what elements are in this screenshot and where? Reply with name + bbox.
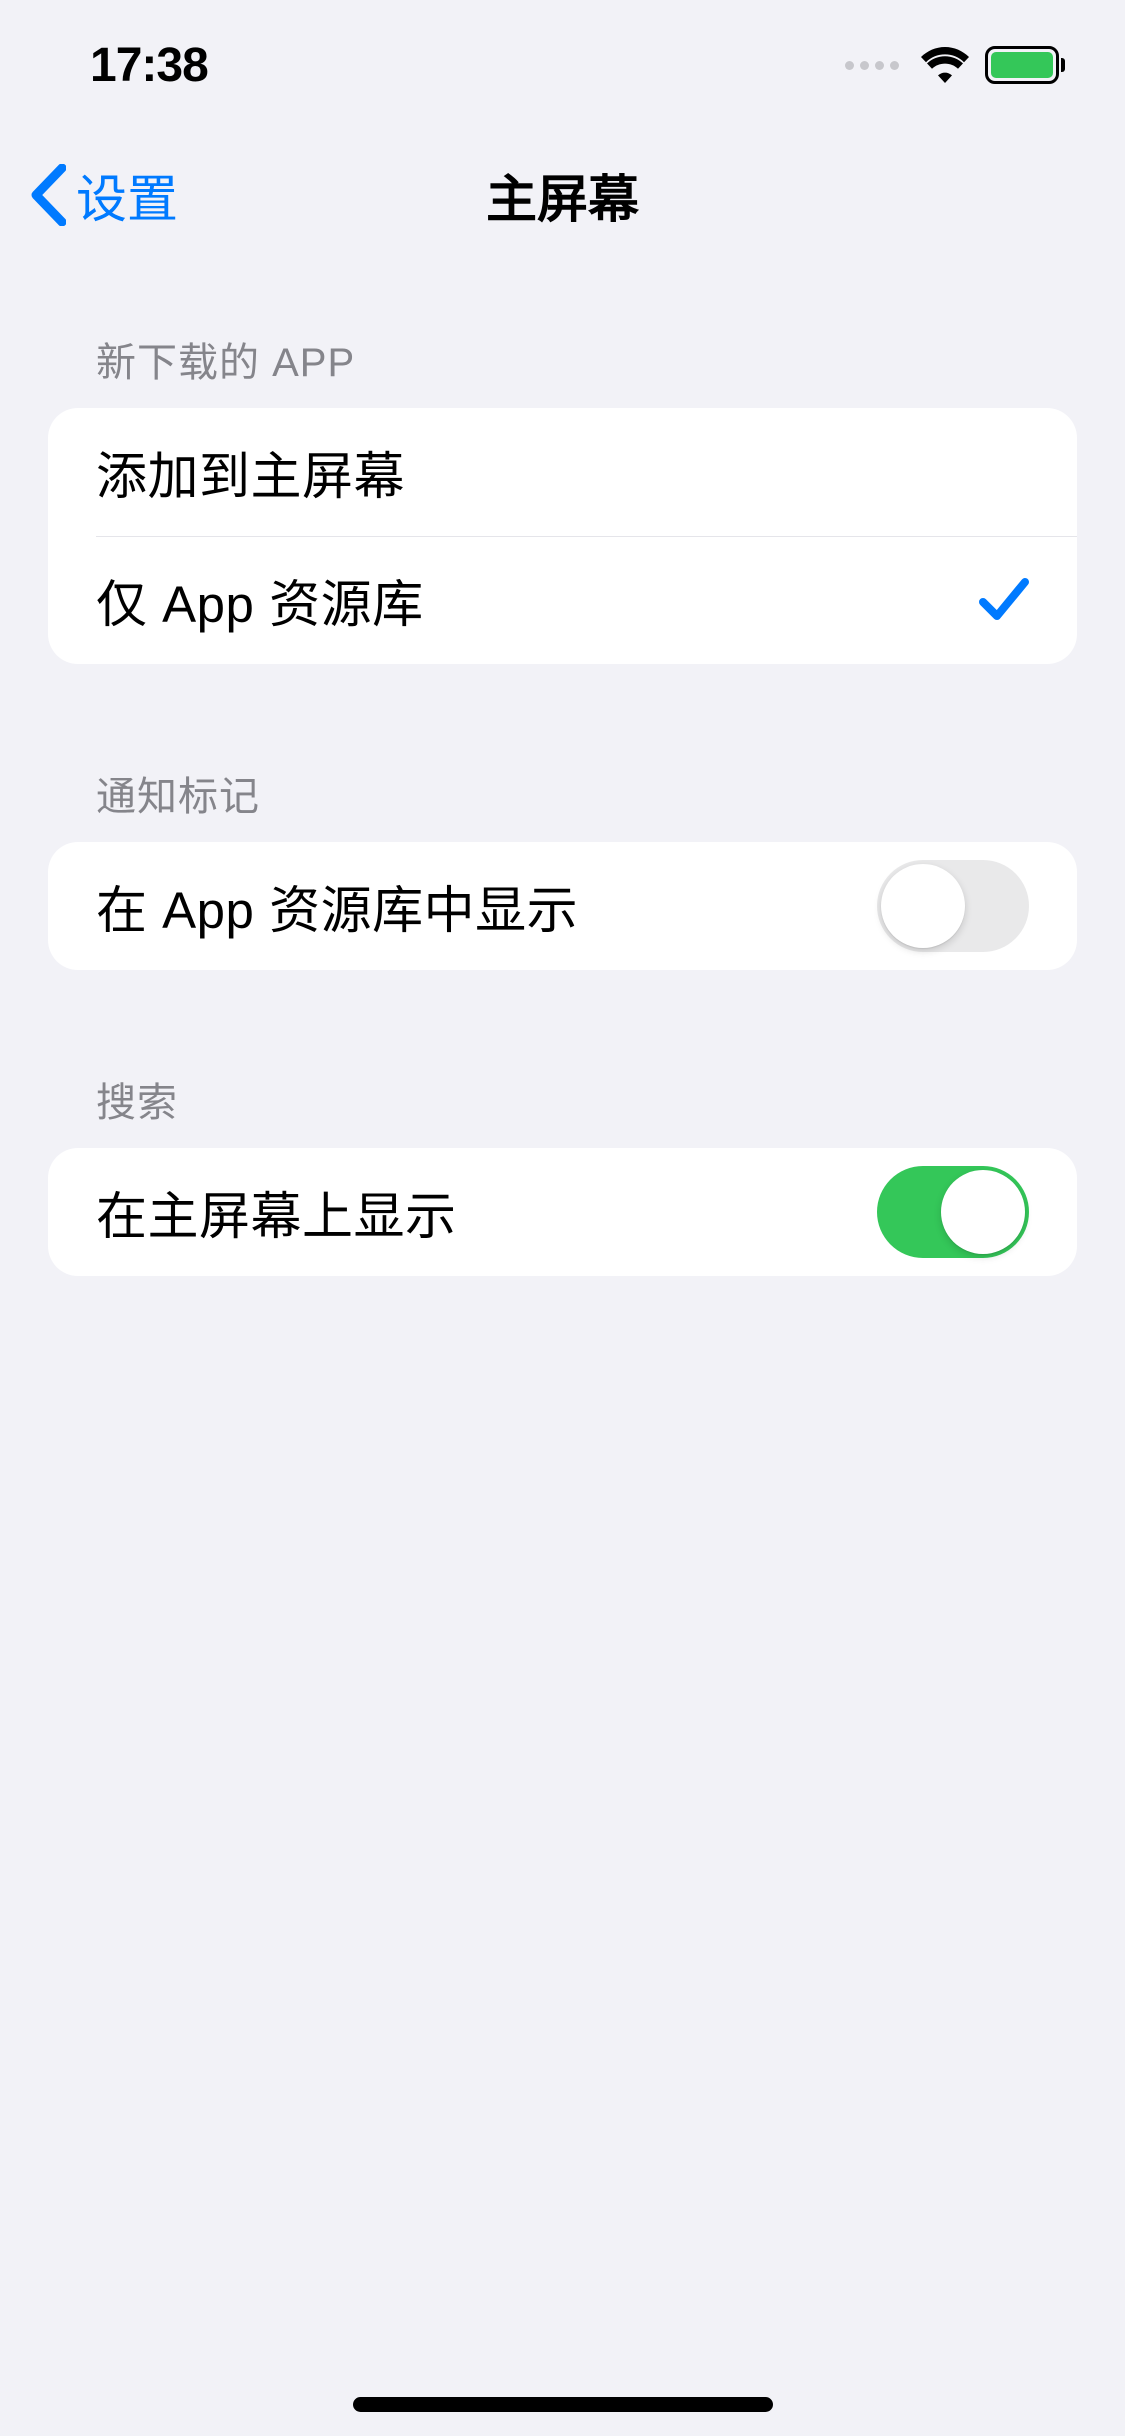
- option-app-library-only[interactable]: 仅 App 资源库: [48, 536, 1077, 664]
- row-show-in-app-library: 在 App 资源库中显示: [48, 842, 1077, 970]
- status-time: 17:38: [90, 38, 208, 93]
- status-icons: [845, 46, 1065, 84]
- option-label: 添加到主屏幕: [96, 435, 405, 509]
- section-header-new-apps: 新下载的 APP: [48, 330, 1077, 408]
- option-label: 仅 App 资源库: [96, 563, 424, 637]
- group-badges: 在 App 资源库中显示: [48, 842, 1077, 970]
- chevron-left-icon: [30, 164, 66, 226]
- home-indicator[interactable]: [353, 2397, 773, 2412]
- row-label: 在主屏幕上显示: [96, 1175, 457, 1249]
- toggle-show-on-home[interactable]: [877, 1166, 1029, 1258]
- navigation-bar: 设置 主屏幕: [0, 130, 1125, 260]
- group-search: 在主屏幕上显示: [48, 1148, 1077, 1276]
- checkmark-icon: [979, 576, 1029, 624]
- section-new-apps: 新下载的 APP 添加到主屏幕 仅 App 资源库: [48, 330, 1077, 664]
- section-search: 搜索 在主屏幕上显示: [48, 1070, 1077, 1276]
- section-header-search: 搜索: [48, 1070, 1077, 1148]
- status-bar: 17:38: [0, 0, 1125, 130]
- row-label: 在 App 资源库中显示: [96, 869, 578, 943]
- wifi-icon: [921, 47, 969, 83]
- battery-icon: [985, 46, 1065, 84]
- page-title: 主屏幕: [486, 158, 639, 232]
- back-label: 设置: [76, 158, 178, 232]
- cellular-dots-icon: [845, 61, 899, 70]
- back-button[interactable]: 设置: [30, 158, 178, 232]
- toggle-knob: [941, 1170, 1025, 1254]
- row-show-on-home: 在主屏幕上显示: [48, 1148, 1077, 1276]
- section-header-badges: 通知标记: [48, 764, 1077, 842]
- toggle-knob: [881, 864, 965, 948]
- group-new-apps: 添加到主屏幕 仅 App 资源库: [48, 408, 1077, 664]
- toggle-show-in-app-library[interactable]: [877, 860, 1029, 952]
- section-badges: 通知标记 在 App 资源库中显示: [48, 764, 1077, 970]
- option-add-to-home[interactable]: 添加到主屏幕: [48, 408, 1077, 536]
